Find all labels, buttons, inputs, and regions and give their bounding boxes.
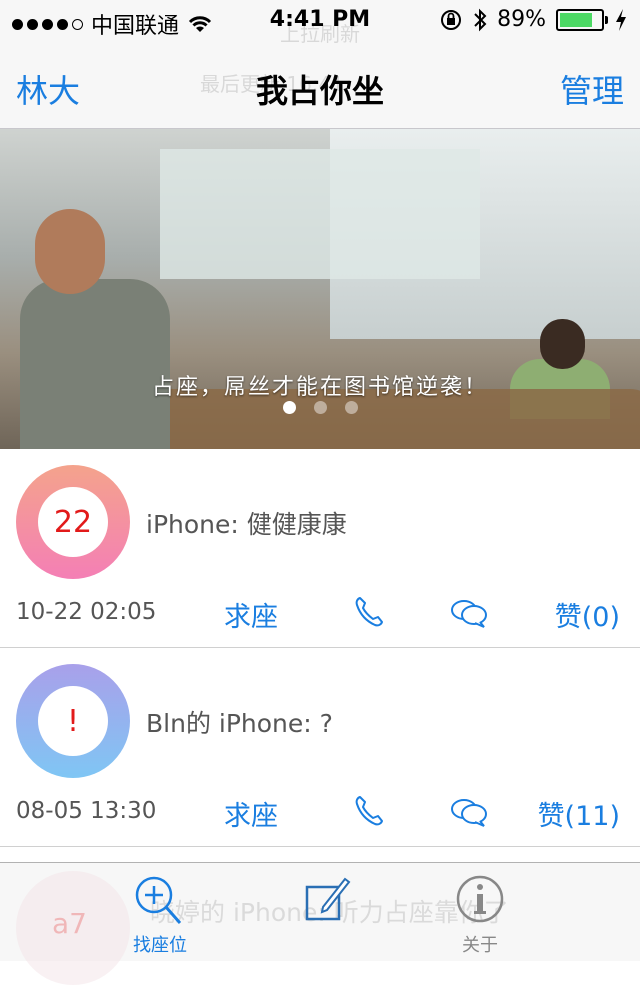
tab-bar: a7 晓婷的 iPhone: 听力占座靠你了 找座位 关于: [0, 862, 640, 985]
page-indicator[interactable]: [0, 401, 640, 414]
phone-icon[interactable]: [352, 595, 386, 629]
manage-button[interactable]: 管理: [560, 66, 624, 112]
post-avatar-ring: !: [16, 664, 130, 778]
page-title: 我占你坐: [255, 72, 384, 110]
post-text: iPhone: 健健康康: [146, 510, 347, 539]
magnifier-plus-icon: [135, 876, 182, 924]
tab-about[interactable]: 关于: [420, 873, 540, 957]
seek-seat-button[interactable]: 求座: [224, 794, 278, 833]
like-button[interactable]: 赞(11): [538, 794, 620, 833]
behind-post-badge: a7: [52, 907, 87, 940]
tab-compose[interactable]: [265, 873, 385, 931]
chat-icon[interactable]: [450, 796, 488, 828]
post-row[interactable]: 22 iPhone: 健健康康 10-22 02:05 求座 赞(0): [0, 449, 640, 648]
navigation-bar: 上拉刷新 最后更新 16:41 林大 我占你坐 管理: [0, 22, 640, 129]
post-row[interactable]: ! Bln的 iPhone: ? 08-05 13:30 求座 赞(11): [0, 648, 640, 847]
info-icon: [456, 875, 504, 923]
post-text: Bln的 iPhone: ?: [146, 709, 333, 738]
post-badge: 22: [38, 487, 108, 557]
post-date: 10-22 02:05: [16, 599, 157, 625]
pull-refresh-hint: 上拉刷新: [280, 22, 360, 46]
post-badge: !: [38, 686, 108, 756]
post-date: 08-05 13:30: [16, 798, 157, 824]
tab-label: 找座位: [133, 935, 187, 956]
banner-person-left: [20, 279, 170, 449]
tab-label: 关于: [462, 935, 498, 956]
tab-find-seat[interactable]: 找座位: [100, 873, 220, 957]
page-dot[interactable]: [313, 401, 327, 414]
seek-seat-button[interactable]: 求座: [224, 595, 278, 634]
phone-icon[interactable]: [352, 794, 386, 828]
banner-whiteboard: [160, 149, 480, 279]
banner-caption: 占座，屌丝才能在图书馆逆袭！: [151, 375, 488, 400]
banner-carousel[interactable]: 占座，屌丝才能在图书馆逆袭！: [0, 129, 640, 449]
like-button[interactable]: 赞(0): [555, 595, 620, 634]
banner-person-left-head: [35, 209, 105, 294]
post-avatar-ring: 22: [16, 465, 130, 579]
page-dot[interactable]: [282, 401, 296, 414]
page-dot[interactable]: [344, 401, 358, 414]
chat-icon[interactable]: [450, 597, 488, 629]
compose-icon: [305, 877, 351, 921]
banner-person-right-head: [540, 319, 585, 369]
